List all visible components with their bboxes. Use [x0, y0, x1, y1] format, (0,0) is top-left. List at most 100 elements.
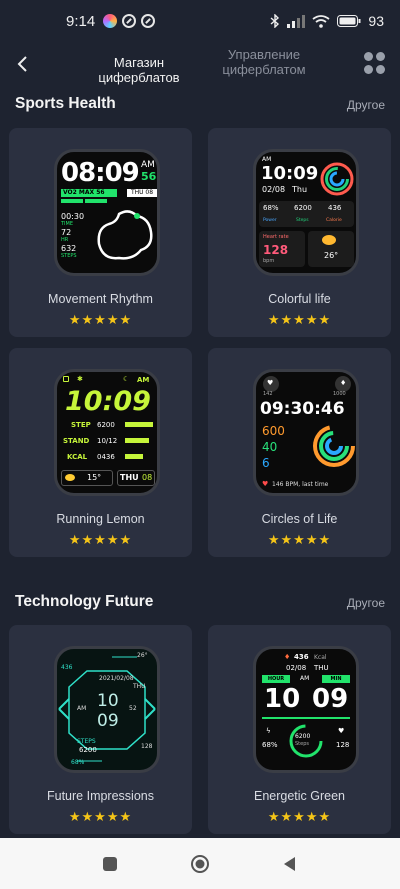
bolt-icon: ϟ: [266, 727, 271, 735]
header: Магазин циферблатов Управление циферблат…: [0, 42, 400, 86]
watch-face-text: Power: [263, 218, 277, 223]
watch-face-text: 00:30: [61, 212, 85, 221]
watch-face-text: 436: [328, 204, 342, 212]
watch-face-text: 72: [61, 228, 72, 237]
activity-rings-icon: [313, 425, 355, 467]
watch-face-text: 08:09: [61, 158, 140, 188]
recent-apps-button[interactable]: [100, 854, 120, 874]
watch-face-card[interactable]: 08:09 AM 56 VO2 MAX 56 THU 08 00:30 TIME…: [9, 128, 192, 337]
watch-face-text: 15°: [87, 473, 102, 482]
section-header-technology-future: Technology Future Другое: [0, 593, 400, 617]
watch-face-text: THU: [120, 473, 139, 482]
watch-face-text: HR: [61, 237, 69, 243]
watch-face-text: Calorie: [326, 218, 342, 223]
weather-icon: [322, 235, 336, 245]
watch-face-text: 632: [61, 244, 77, 253]
back-nav-button[interactable]: [280, 854, 300, 874]
watch-face-card[interactable]: 436 26° 2021/02/08 THU 10 AM 52 09 STEPS…: [9, 625, 192, 834]
circle-icon: [191, 855, 209, 873]
moon-icon: ☾: [123, 375, 130, 383]
watch-face-card[interactable]: ♥ 142 ♦ 1000 09:30:46 600 40 6 ♥ 146 BPM…: [208, 348, 391, 557]
watch-face-text: 68%: [71, 759, 85, 766]
back-arrow-icon: [17, 56, 27, 72]
watch-face-text: 128: [263, 243, 289, 257]
watch-face-text: AM: [137, 376, 150, 384]
watch-face-card[interactable]: AM 10:09 02/08 Thu 68% Power 6200 Steps …: [208, 128, 391, 337]
home-button[interactable]: [190, 854, 210, 874]
watch-face-card[interactable]: ♦ 436 Kcal 02/08 THU HOUR AM MIN 10 09 6…: [208, 625, 391, 834]
back-button[interactable]: [8, 48, 36, 80]
watch-face-text: TIME: [61, 221, 74, 227]
battery-level: 93: [368, 13, 384, 29]
watch-face-text: 09: [312, 684, 349, 714]
card-title: Circles of Life: [261, 512, 338, 526]
watch-face-text: 10:09: [65, 386, 151, 417]
watch-face-preview: 08:09 AM 56 VO2 MAX 56 THU 08 00:30 TIME…: [54, 149, 160, 276]
watch-face-text: 26°: [324, 251, 339, 260]
grid-dot: [364, 52, 373, 61]
rating-stars: ★★★★★: [267, 532, 332, 547]
tab-watch-face-management[interactable]: Управление циферблатом: [210, 47, 318, 77]
watch-face-text: AM: [141, 160, 155, 170]
watch-face-text: 128: [336, 741, 350, 749]
blocked-notification-icon: [141, 14, 156, 28]
watch-face-text: MIN: [322, 675, 350, 683]
watch-face-text: 02/08: [262, 185, 286, 194]
watch-face-text: 0436: [97, 453, 115, 461]
battery-icon: [337, 15, 361, 27]
section-more-link[interactable]: Другое: [347, 98, 385, 112]
watch-face-text: 436: [61, 664, 73, 671]
grid-menu-button[interactable]: [364, 52, 386, 74]
status-time: 9:14: [66, 12, 96, 30]
status-bar: 9:14 93: [0, 0, 400, 42]
watch-face-text: 10/12: [97, 437, 118, 445]
flame-icon: ♦: [284, 653, 291, 661]
watch-face-text: 6200: [79, 746, 97, 754]
card-title: Colorful life: [268, 292, 331, 306]
grid-dot: [376, 64, 385, 74]
notification-icons: [103, 14, 156, 28]
watch-face-text: THU 08: [127, 189, 157, 197]
watch-face-text: 40: [262, 440, 278, 454]
grid-dot: [376, 52, 385, 61]
heart-icon: ♥: [338, 727, 345, 735]
watch-face-shape: [85, 199, 107, 203]
watch-face-shape: [125, 422, 153, 427]
wifi-icon: [312, 14, 330, 28]
watch-face-text: 128: [141, 743, 153, 750]
grid-dot: [364, 64, 373, 74]
rating-stars: ★★★★★: [68, 312, 133, 327]
watch-face-preview: ✱ ☾ AM 10:09 STEP 6200 STAND 10/12 KCAL …: [54, 369, 160, 496]
watch-face-text: Kcal: [314, 654, 327, 661]
watch-face-text: AM: [300, 675, 310, 682]
heart-icon: ♥: [262, 480, 269, 488]
track-map-icon: [97, 210, 153, 260]
watch-face-text: 1000: [333, 391, 346, 397]
watch-face-text: 02/08: [286, 664, 307, 672]
app-notification-icon: [103, 14, 118, 28]
watch-face-preview: AM 10:09 02/08 Thu 68% Power 6200 Steps …: [253, 149, 359, 276]
watch-face-text: 6200: [97, 421, 115, 429]
weather-icon: [65, 474, 75, 481]
watch-face-text: Thu: [292, 185, 308, 194]
bluetooth-icon: ✱: [77, 375, 83, 383]
watch-face-text: KCAL: [67, 453, 88, 461]
tab-watch-face-store[interactable]: Магазин циферблатов: [72, 55, 206, 85]
watch-face-card[interactable]: ✱ ☾ AM 10:09 STEP 6200 STAND 10/12 KCAL …: [9, 348, 192, 557]
rating-stars: ★★★★★: [68, 532, 133, 547]
watch-face-preview: ♥ 142 ♦ 1000 09:30:46 600 40 6 ♥ 146 BPM…: [253, 369, 359, 496]
watch-face-shape: [125, 438, 149, 443]
section-header-sports-health: Sports Health Другое: [0, 95, 400, 119]
watch-face-text: 10: [97, 691, 119, 711]
watch-face-text: STEPS: [77, 738, 96, 745]
watch-face-text: 436: [294, 653, 309, 661]
watch-face-text: bpm: [263, 258, 275, 264]
watch-face-text: 10: [264, 684, 301, 714]
watch-face-text: THU: [314, 664, 329, 672]
watch-face-text: 08: [142, 473, 153, 482]
watch-face-text: 146 BPM, last time: [272, 481, 329, 488]
flame-icon: ♦: [340, 379, 347, 387]
section-more-link[interactable]: Другое: [347, 596, 385, 610]
watch-face-text: Heart rate: [263, 234, 289, 240]
signal-icon: [287, 14, 306, 28]
